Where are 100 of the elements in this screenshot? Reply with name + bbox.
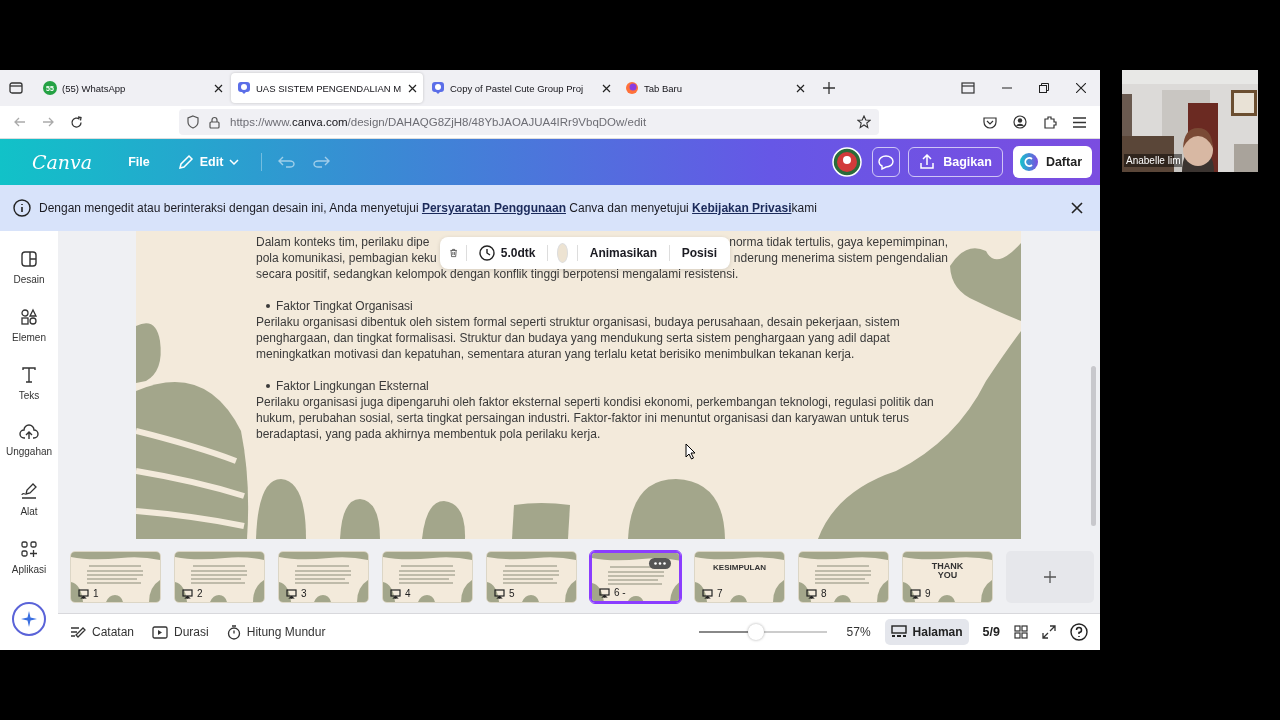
cursor-icon	[685, 443, 696, 460]
share-button[interactable]: Bagikan	[908, 147, 1003, 177]
link[interactable]: Persyaratan Penggunaan	[421, 201, 566, 215]
presentation-icon	[182, 588, 193, 599]
restore-icon[interactable]	[1039, 83, 1049, 93]
browser-tab[interactable]: UAS SISTEM PENGENDALIAN M	[231, 73, 423, 103]
comment-button[interactable]	[872, 147, 901, 177]
slide-thumbnail[interactable]: 5	[486, 551, 577, 603]
participant-name: Anabelle lim	[1124, 154, 1183, 167]
page-number: 8	[821, 588, 827, 599]
plus-icon	[1044, 571, 1056, 583]
hook-shape	[136, 323, 161, 383]
page-number: 3	[301, 588, 307, 599]
reload-icon[interactable]	[70, 115, 83, 129]
new-tab-icon[interactable]	[823, 82, 835, 94]
slider-handle[interactable]	[748, 624, 765, 640]
window-list-icon[interactable]	[961, 82, 975, 94]
menu-icon[interactable]	[1073, 116, 1086, 128]
link[interactable]: Kebijakan Privasi	[692, 201, 792, 215]
slide-thumbnail[interactable]: 4	[382, 551, 473, 603]
address-field[interactable]: https://www.canva.com/design/DAHAQG8ZjH8/48YbJAOAJUA4IRr9VbqDOw/edit	[179, 109, 879, 135]
presentation-icon	[702, 588, 713, 599]
lock-icon	[209, 115, 220, 129]
tab-list-icon[interactable]	[9, 81, 23, 95]
tab-title: Copy of Pastel Cute Group Proj	[450, 82, 585, 94]
url-text: https://www.canva.com/design/DAHAQG8ZjH8/48YbJAOAJUA4IRr9VbqDOw/edit	[230, 116, 647, 128]
pocket-icon[interactable]	[983, 115, 997, 129]
browser-tab[interactable]: Copy of Pastel Cute Group Proj	[425, 73, 617, 103]
sidebar-item[interactable]: Aplikasi	[0, 536, 58, 594]
close-icon[interactable]	[214, 83, 223, 93]
close-icon[interactable]	[408, 83, 417, 93]
duration-button[interactable]: 5.0dtk	[475, 245, 539, 261]
timer-button[interactable]: Hitung Mundur	[226, 624, 330, 640]
presentation-icon	[599, 587, 610, 598]
magic-button[interactable]	[12, 602, 46, 636]
page-number: 6 -	[614, 587, 626, 598]
browser-tab[interactable]: Tab Baru	[619, 73, 811, 103]
sidebar-item[interactable]: Teks	[0, 362, 58, 420]
bullet-text: Faktor Tingkat Organisasi	[276, 298, 413, 314]
shield-icon	[187, 115, 199, 129]
presentation-icon	[806, 588, 817, 599]
close-icon[interactable]	[796, 83, 805, 93]
avatar-icon[interactable]	[832, 147, 863, 177]
slide-thumbnail[interactable]: 3	[278, 551, 369, 603]
bookmark-star-icon[interactable]	[857, 115, 871, 129]
slide-title: KESIMPULAN	[712, 563, 767, 572]
page-number: 7	[717, 588, 723, 599]
pages-view-button[interactable]: Halaman	[884, 619, 969, 645]
signup-button[interactable]: Daftar	[1012, 146, 1092, 178]
help-icon[interactable]	[1070, 623, 1088, 641]
dome-shape	[422, 501, 465, 539]
page-number: 9	[925, 588, 931, 599]
presentation-icon	[910, 588, 921, 599]
app-icon	[431, 81, 445, 95]
shapes-icon	[20, 308, 38, 326]
page-number: 2	[197, 588, 203, 599]
body-text: pola komunikasi, pembagian keku	[256, 250, 437, 266]
play-icon	[152, 625, 169, 639]
body-text: norma tidak tertulis, gaya kepemimpinan,	[729, 234, 948, 250]
scrollbar[interactable]	[1091, 366, 1096, 526]
notes-icon	[70, 625, 86, 639]
close-icon[interactable]	[1076, 83, 1086, 93]
sparkle-icon	[20, 610, 38, 628]
tab-title: Tab Baru	[644, 82, 684, 94]
slide-thumbnail[interactable]: THANK YOU 9	[902, 551, 993, 603]
more-button[interactable]	[649, 558, 671, 569]
page-counter: 5/9	[982, 625, 1000, 639]
slide-thumbnail[interactable]: 2	[174, 551, 265, 603]
duration-button[interactable]: Durasi	[152, 625, 213, 639]
sidebar-item[interactable]: Alat	[0, 478, 58, 536]
page-number: 1	[93, 588, 99, 599]
text-icon	[21, 366, 37, 384]
slide-thumbnail[interactable]: 8	[798, 551, 889, 603]
slide-thumbnail[interactable]: KESIMPULAN 7	[694, 551, 785, 603]
account-icon[interactable]	[1013, 115, 1027, 129]
extensions-icon[interactable]	[1043, 115, 1057, 129]
grid-view-icon[interactable]	[1014, 625, 1028, 639]
slide-thumbnail[interactable]: 6 -	[590, 551, 681, 603]
slide-thumbnail[interactable]: 1	[70, 551, 161, 603]
tab-title: (55) WhatsApp	[62, 82, 127, 94]
body-text: Dalam konteks tim, perilaku dipe	[256, 234, 430, 250]
dome-shape	[340, 499, 380, 539]
sidebar-item[interactable]: Unggahan	[0, 420, 58, 478]
position-button[interactable]: Posisi	[678, 246, 720, 260]
presentation-icon	[78, 588, 89, 599]
sidebar-item[interactable]: Elemen	[0, 304, 58, 362]
page-number: 5	[509, 588, 515, 599]
color-swatch[interactable]	[556, 243, 569, 263]
dome-shape	[256, 479, 306, 539]
close-icon[interactable]	[602, 83, 611, 93]
cloud-upload-icon	[19, 424, 39, 440]
notes-button[interactable]: Catatan	[70, 625, 139, 639]
upload-icon	[919, 154, 936, 170]
pages-icon	[890, 625, 907, 639]
fullscreen-icon[interactable]	[1042, 625, 1056, 639]
animate-button[interactable]: Animasikan	[586, 246, 661, 260]
sidebar-item[interactable]: Desain	[0, 246, 58, 304]
close-icon[interactable]	[1071, 202, 1083, 214]
timer-icon	[226, 624, 241, 640]
layout-icon	[20, 250, 38, 268]
